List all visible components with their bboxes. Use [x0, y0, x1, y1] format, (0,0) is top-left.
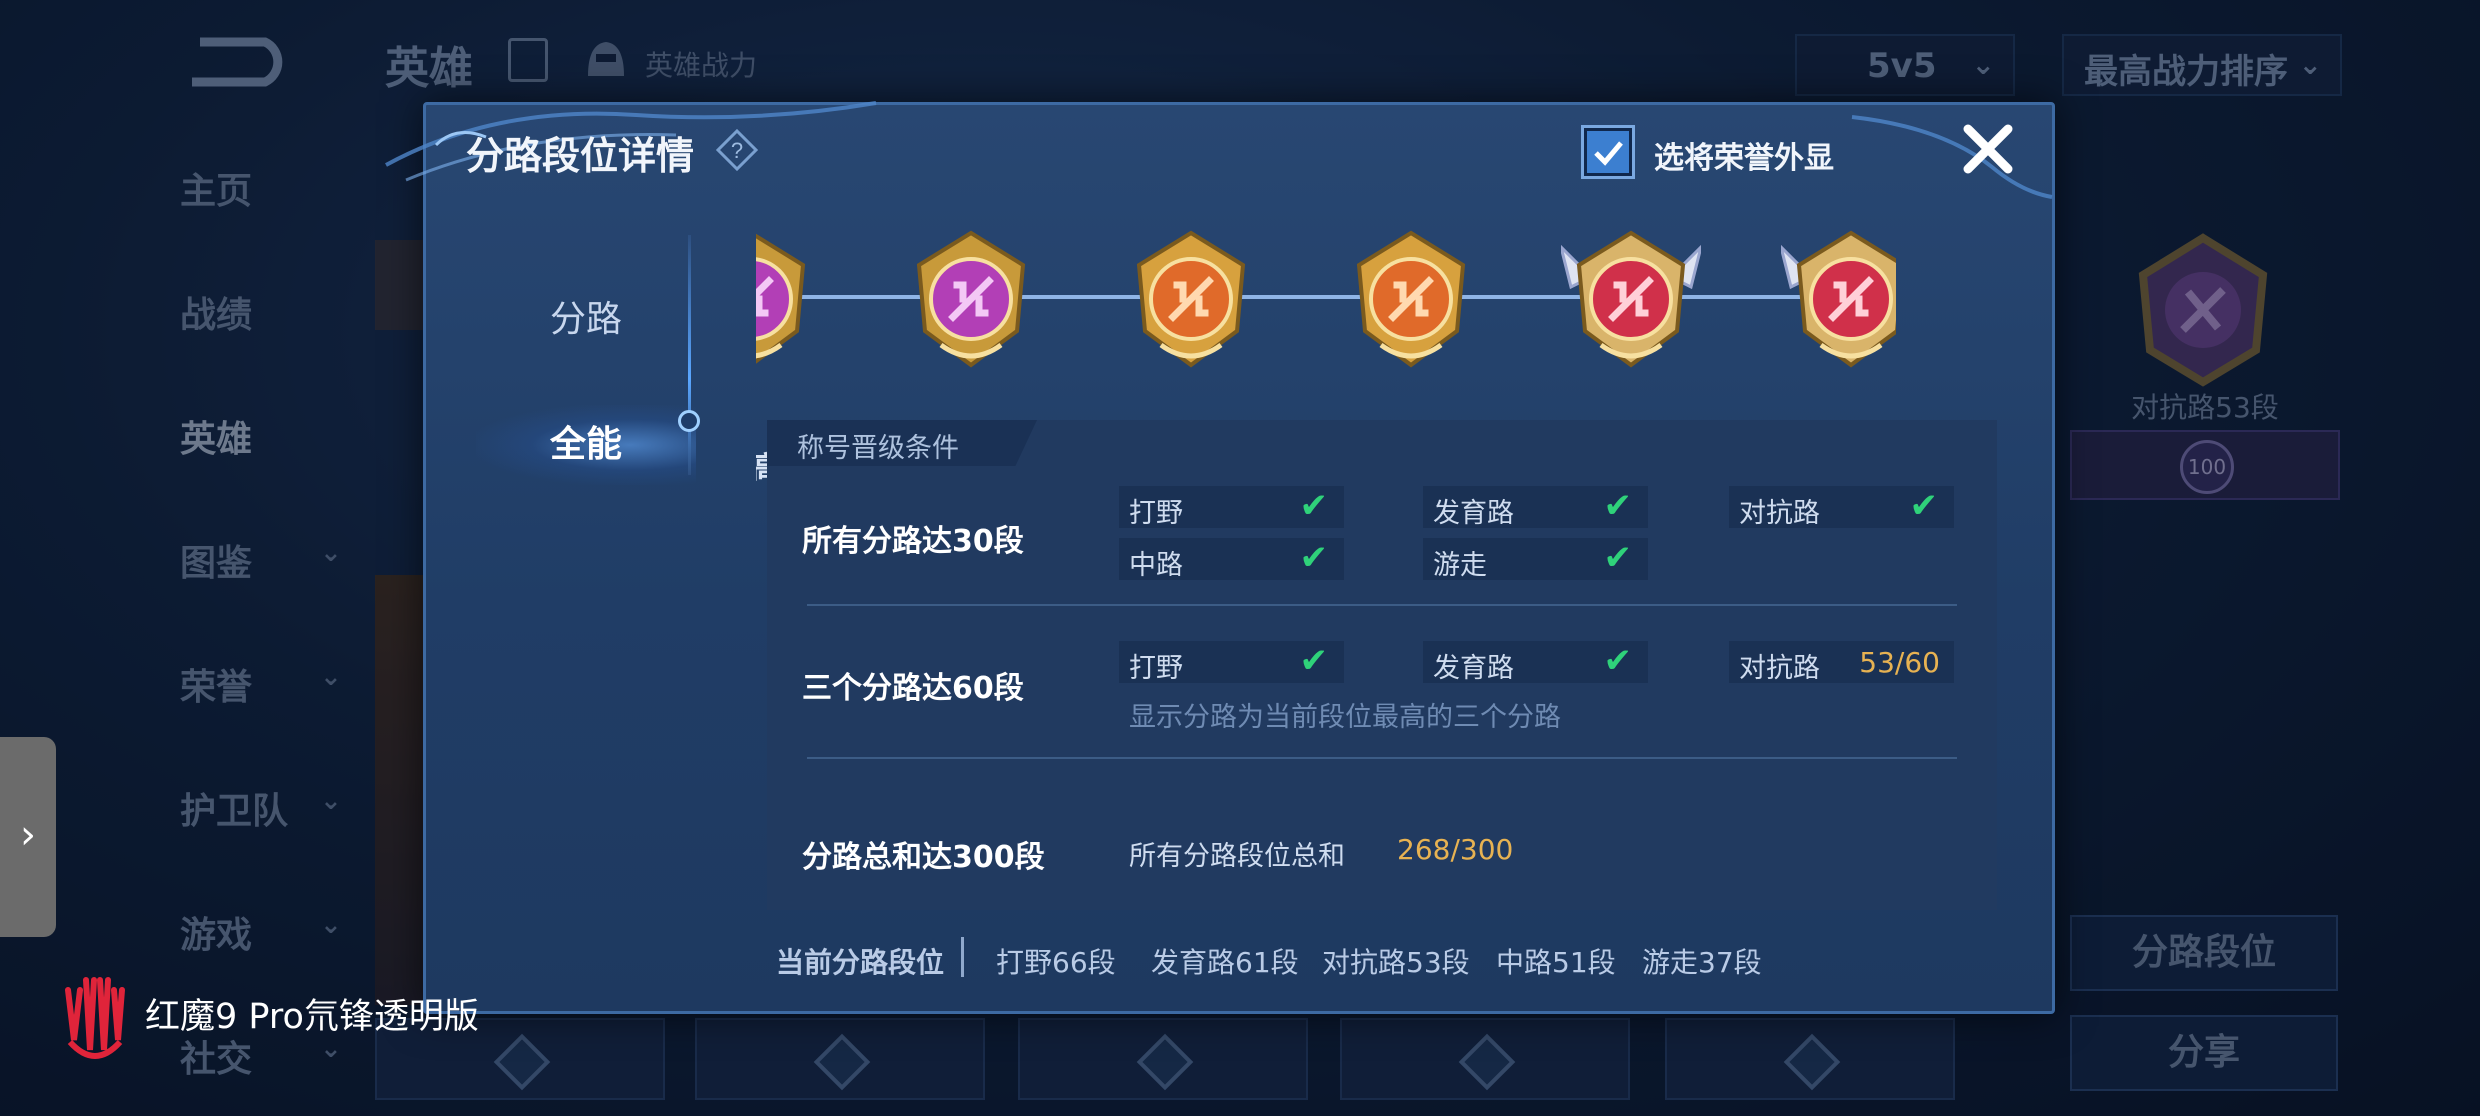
check-icon: ✔: [1299, 538, 1329, 578]
current-lane-ranks: 当前分路段位 打野66段 发育路61段 对抗路53段 中路51段 游走37段: [776, 935, 2026, 985]
condition-title: 所有分路达30段: [802, 524, 1024, 559]
check-icon: ✔: [1603, 538, 1633, 578]
lane-chip: 发育路 ✔: [1423, 641, 1648, 684]
checkmark-icon: [1587, 131, 1629, 173]
red-magic-logo-icon: [65, 977, 125, 1059]
svg-text:?: ?: [731, 138, 743, 163]
conditions-header: 称号晋级条件: [767, 420, 1037, 466]
promotion-conditions-panel: 称号晋级条件 所有分路达30段 打野 ✔ 发育路 ✔ 对抗路 ✔ 中路 ✔ 游走 ✔ 三个…: [767, 420, 1997, 910]
lane-progress: 53/60: [1859, 646, 1940, 679]
sum-label: 所有分路段位总和: [1129, 841, 1345, 872]
game-screen: 英雄 英雄战力 5v5 ⌄ 最高战力排序 ⌄ 主页 战绩 英雄 图鉴 ⌄ 荣誉 ⌄ …: [0, 0, 2480, 1116]
divider: [807, 757, 1957, 759]
rank-badge-icon: [916, 230, 1026, 368]
sum-progress: 268/300: [1397, 833, 1514, 866]
side-drawer-handle[interactable]: ›: [0, 737, 56, 937]
current-ranks-label: 当前分路段位: [776, 946, 945, 979]
rank-badge-icon: [1356, 230, 1466, 368]
rank-badge-icon: [1561, 230, 1701, 368]
check-icon: ✔: [1909, 486, 1939, 526]
check-icon: ✔: [1299, 641, 1329, 681]
lane-chip: 中路 ✔: [1119, 538, 1344, 581]
lane-rank-dialog: 分路段位详情 ? 选将荣誉外显 分路 全能 ✔全能高手✔全能高手✔全能大师✔全能…: [385, 101, 2055, 1014]
cloud-swirl-decoration: [1851, 115, 2053, 199]
check-icon: ✔: [1299, 486, 1329, 526]
lane-chip: 打野 ✔: [1119, 486, 1344, 529]
condition-title: 三个分路达60段: [802, 671, 1024, 706]
honor-display-checkbox[interactable]: [1581, 125, 1635, 179]
tab-lane[interactable]: 分路: [476, 280, 696, 360]
lane-name: 打野: [1129, 653, 1183, 684]
lane-name: 发育路: [1433, 653, 1514, 684]
lane-name: 中路: [1129, 550, 1183, 581]
separator: [961, 937, 964, 977]
lane-rank-mid: 中路51段: [1496, 946, 1616, 979]
rank-badge-icon: [756, 233, 806, 364]
tab-rail: [688, 235, 691, 475]
condition-note: 显示分路为当前段位最高的三个分路: [1129, 702, 1561, 733]
watermark-text: 红魔9 Pro氘锋透明版: [145, 997, 479, 1037]
lane-chip: 打野 ✔: [1119, 641, 1344, 684]
check-icon: ✔: [1603, 486, 1633, 526]
lane-chip: 对抗路 53/60: [1729, 641, 1954, 684]
lane-name: 游走: [1433, 550, 1487, 581]
close-icon[interactable]: [1958, 119, 2018, 179]
lane-rank-roam: 游走37段: [1642, 946, 1762, 979]
chevron-right-icon: ›: [20, 812, 36, 858]
dialog-title: 分路段位详情: [466, 134, 695, 178]
condition-title: 分路总和达300段: [802, 840, 1045, 875]
lane-rank-farm: 发育路61段: [1151, 946, 1299, 979]
lane-chip: 游走 ✔: [1423, 538, 1648, 581]
lane-name: 对抗路: [1739, 653, 1820, 684]
lane-name: 打野: [1129, 498, 1183, 529]
honor-display-label: 选将荣誉外显: [1654, 141, 1834, 176]
rank-badge-icon: [1136, 230, 1246, 368]
rank-badge-icon: [1781, 230, 1896, 368]
divider: [807, 604, 1957, 606]
help-icon[interactable]: ?: [716, 129, 758, 171]
lane-name: 发育路: [1433, 498, 1514, 529]
lane-rank-jungle: 打野66段: [996, 946, 1116, 979]
lane-tabs: 分路 全能: [426, 225, 696, 525]
device-watermark: 红魔9 Pro氘锋透明版: [60, 970, 520, 1070]
lane-rank-clash: 对抗路53段: [1322, 946, 1470, 979]
conditions-header-label: 称号晋级条件: [797, 433, 959, 464]
check-icon: ✔: [1603, 641, 1633, 681]
lane-chip: 发育路 ✔: [1423, 486, 1648, 529]
lane-chip: 对抗路 ✔: [1729, 486, 1954, 529]
tab-all-round[interactable]: 全能: [476, 405, 696, 485]
tab-indicator-dot: [678, 410, 700, 432]
lane-name: 对抗路: [1739, 498, 1820, 529]
